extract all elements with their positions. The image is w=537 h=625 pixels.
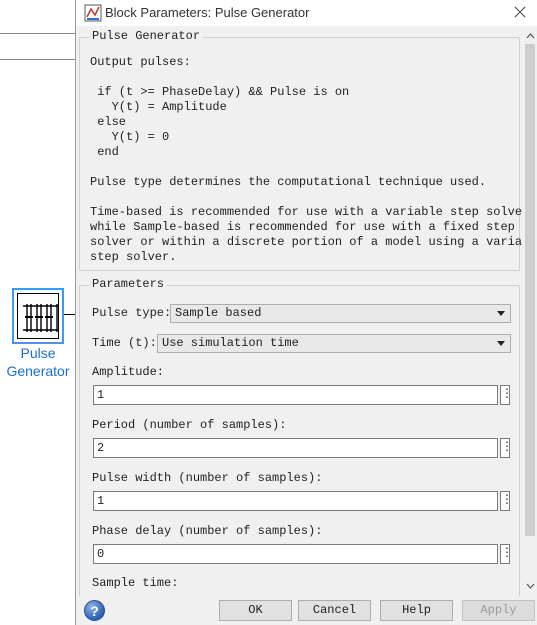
model-canvas: Pulse Generator <box>0 0 76 625</box>
dialog-title: Block Parameters: Pulse Generator <box>105 5 310 20</box>
time-label: Time (t): <box>92 336 157 350</box>
block-label-line1: Pulse <box>20 345 56 361</box>
scroll-up-icon[interactable] <box>522 28 537 44</box>
scrollbar-thumb[interactable] <box>525 44 535 536</box>
period-label: Period (number of samples): <box>92 418 287 432</box>
pulse-width-label: Pulse width (number of samples): <box>92 471 323 485</box>
canvas-divider <box>0 59 76 60</box>
pulse-generator-block-icon <box>17 293 59 339</box>
period-options-button[interactable]: ⋮ <box>500 438 513 458</box>
pulse-type-select[interactable]: Sample based <box>170 304 511 323</box>
pulse-type-value: Sample based <box>175 306 262 320</box>
block-parameters-dialog: Block Parameters: Pulse Generator Pulse … <box>75 0 537 625</box>
amplitude-options-button[interactable]: ⋮ <box>500 385 513 405</box>
pulse-generator-block[interactable] <box>12 288 64 344</box>
title-bar[interactable]: Block Parameters: Pulse Generator <box>76 0 537 26</box>
simulink-block-icon <box>84 4 102 22</box>
parameters-group: Parameters Pulse type: Sample based Time… <box>79 277 520 596</box>
help-icon[interactable]: ? <box>84 600 105 621</box>
phase-delay-options-button[interactable]: ⋮ <box>500 544 513 564</box>
cancel-button[interactable]: Cancel <box>298 600 371 621</box>
phase-delay-label: Phase delay (number of samples): <box>92 524 323 538</box>
period-input[interactable]: 2 <box>93 438 498 458</box>
time-select[interactable]: Use simulation time <box>157 334 511 353</box>
help-button[interactable]: Help <box>380 600 453 621</box>
description-text: Output pulses: if (t >= PhaseDelay) && P… <box>90 55 522 264</box>
amplitude-label: Amplitude: <box>92 365 165 379</box>
description-group: Pulse Generator Output pulses: if (t >= … <box>79 29 522 271</box>
pulse-width-options-button[interactable]: ⋮ <box>500 491 513 511</box>
block-label[interactable]: Pulse Generator <box>0 344 76 380</box>
canvas-divider <box>0 33 76 34</box>
phase-delay-input[interactable]: 0 <box>93 544 498 564</box>
time-value: Use simulation time <box>162 336 299 350</box>
chevron-down-icon <box>497 341 505 346</box>
ok-button[interactable]: OK <box>219 600 292 621</box>
scroll-down-icon[interactable] <box>522 578 537 594</box>
amplitude-input[interactable]: 1 <box>93 385 498 405</box>
dialog-content: Pulse Generator Output pulses: if (t >= … <box>76 26 522 596</box>
pulse-type-label: Pulse type: <box>92 306 172 320</box>
chevron-down-icon <box>497 311 505 316</box>
vertical-scrollbar[interactable] <box>522 26 537 596</box>
description-group-title: Pulse Generator <box>89 29 204 43</box>
close-icon[interactable] <box>510 3 530 23</box>
button-bar: ? OK Cancel Help Apply <box>76 596 537 625</box>
apply-button[interactable]: Apply <box>462 600 535 621</box>
parameters-group-title: Parameters <box>89 277 168 291</box>
sample-time-label: Sample time: <box>92 576 179 590</box>
pulse-width-input[interactable]: 1 <box>93 491 498 511</box>
block-label-line2: Generator <box>6 363 70 379</box>
